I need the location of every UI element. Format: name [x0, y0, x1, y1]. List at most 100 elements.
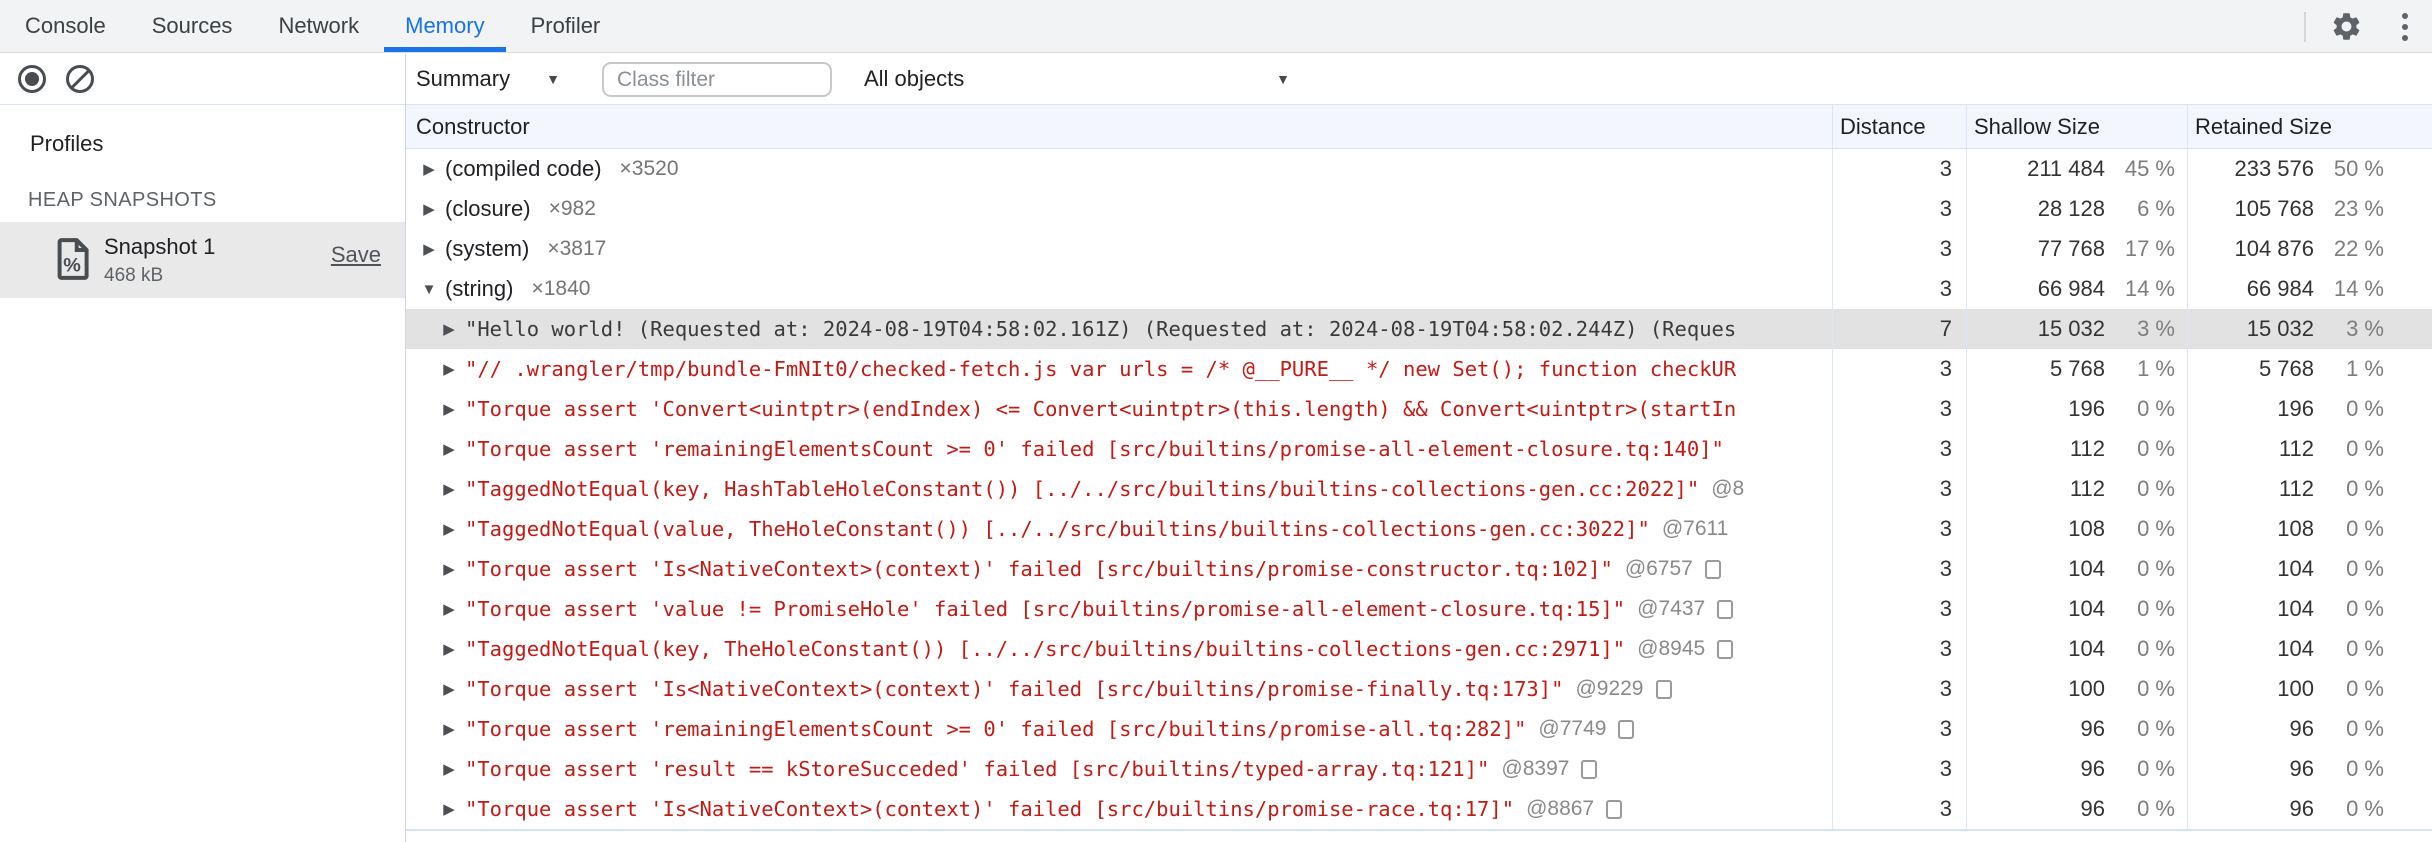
constructor-group-row[interactable]: ▼ (string) ×1840 3 66 984 14 % 66 984 14 % [406, 269, 2432, 309]
triangle-collapsed-icon[interactable]: ▶ [439, 480, 459, 498]
column-header-distance[interactable]: Distance [1832, 105, 1966, 148]
constructor-group-row[interactable]: ▶ (compiled code) ×3520 3 211 484 45 % 233 576… [406, 149, 2432, 189]
string-instance-row[interactable]: ▶ "Torque assert 'Convert<uintptr>(endInd… [406, 389, 2432, 429]
string-instance-row[interactable]: ▶ "TaggedNotEqual(key, TheHoleConstant())… [406, 629, 2432, 669]
sidebar-item-snapshot-1[interactable]: % Snapshot 1 468 kB Save [0, 222, 405, 298]
string-instance-row[interactable]: ▶ "Torque assert 'value != PromiseHole' f… [406, 589, 2432, 629]
triangle-collapsed-icon[interactable]: ▶ [419, 200, 439, 218]
column-header-shallow-size[interactable]: Shallow Size [1966, 105, 2187, 148]
object-id: @9229 [1575, 677, 1644, 700]
string-instance-row[interactable]: ▶ "TaggedNotEqual(key, HashTableHoleConst… [406, 469, 2432, 509]
string-instance-row[interactable]: ▶ "Torque assert 'Is<NativeContext>(conte… [406, 549, 2432, 589]
triangle-collapsed-icon[interactable]: ▶ [439, 440, 459, 458]
save-snapshot-link[interactable]: Save [331, 242, 381, 268]
string-instance-row[interactable]: ▶ "Torque assert 'remainingElementsCount … [406, 429, 2432, 469]
string-value: "Torque assert 'remainingElementsCount >… [465, 717, 1527, 741]
shallow-size-value: 112 [2069, 476, 2105, 501]
retained-size-value: 104 [2277, 636, 2314, 661]
distance-cell: 3 [1832, 389, 1966, 429]
class-filter-input[interactable] [602, 62, 832, 97]
inspect-box-icon[interactable] [1704, 559, 1721, 579]
string-instance-row[interactable]: ▶ "Hello world! (Requested at: 2024-08-19… [406, 309, 2432, 349]
distance-cell: 3 [1832, 269, 1966, 309]
retained-size-cell: 66 984 14 % [2187, 269, 2432, 309]
inspect-box-icon[interactable] [1655, 679, 1672, 699]
shallow-size-cell: 100 0 % [1966, 669, 2187, 709]
shallow-size-value: 77 768 [2037, 236, 2105, 261]
triangle-collapsed-icon[interactable]: ▶ [439, 360, 459, 378]
inspect-box-icon[interactable] [1717, 639, 1734, 659]
triangle-collapsed-icon[interactable]: ▶ [439, 640, 459, 658]
object-scope-select[interactable]: All objects ▼ [864, 54, 1290, 104]
string-instance-row[interactable]: ▶ "Torque assert 'result == kStoreSuccede… [406, 749, 2432, 789]
constructor-group-row[interactable]: ▶ (system) ×3817 3 77 768 17 % 104 876 22 % [406, 229, 2432, 269]
string-value: "TaggedNotEqual(value, TheHoleConstant()… [465, 517, 1650, 541]
triangle-collapsed-icon[interactable]: ▶ [439, 320, 459, 338]
constructor-group-row[interactable]: ▶ (closure) ×982 3 28 128 6 % 105 768 23 % [406, 189, 2432, 229]
column-header-constructor[interactable]: Constructor [406, 105, 1832, 148]
object-id: @8945 [1637, 637, 1706, 660]
object-id: @8 [1711, 477, 1745, 500]
retained-size-percent: 0 % [2346, 476, 2384, 501]
heap-snapshot-file-icon: % [56, 237, 92, 286]
triangle-collapsed-icon[interactable]: ▶ [439, 720, 459, 738]
instance-count: ×3520 [619, 157, 679, 180]
perspective-select[interactable]: Summary ▼ [416, 54, 560, 104]
tab-network[interactable]: Network [255, 0, 382, 52]
tab-sources[interactable]: Sources [129, 0, 256, 52]
string-instance-row[interactable]: ▶ "Torque assert 'Is<NativeContext>(conte… [406, 669, 2432, 709]
tab-console[interactable]: Console [2, 0, 129, 52]
profiles-title: Profiles [30, 131, 104, 156]
inspect-box-icon[interactable] [1717, 599, 1734, 619]
triangle-collapsed-icon[interactable]: ▶ [439, 800, 459, 818]
triangle-collapsed-icon[interactable]: ▶ [439, 520, 459, 538]
shallow-size-cell: 66 984 14 % [1966, 269, 2187, 309]
retained-size-value: 104 876 [2234, 236, 2314, 261]
retained-size-value: 96 [2289, 796, 2314, 821]
shallow-size-cell: 108 0 % [1966, 509, 2187, 549]
constructor-name: (system) [445, 236, 530, 261]
tab-memory[interactable]: Memory [382, 0, 507, 52]
shallow-size-percent: 0 % [2137, 676, 2175, 701]
string-instance-row[interactable]: ▶ "TaggedNotEqual(value, TheHoleConstant(… [406, 509, 2432, 549]
object-id: @7749 [1538, 717, 1607, 740]
inspect-box-icon[interactable] [1606, 799, 1623, 819]
shallow-size-percent: 0 % [2137, 716, 2175, 741]
triangle-expanded-icon[interactable]: ▼ [419, 281, 439, 298]
retained-size-value: 66 984 [2246, 276, 2314, 301]
string-instance-row[interactable]: ▶ "Torque assert 'remainingElementsCount … [406, 709, 2432, 749]
memory-toolbar: Summary ▼ All objects ▼ [0, 54, 2432, 105]
clear-profiles-icon[interactable] [66, 65, 94, 93]
settings-gear-icon[interactable] [2328, 9, 2364, 45]
retained-size-percent: 0 % [2346, 756, 2384, 781]
triangle-collapsed-icon[interactable]: ▶ [439, 760, 459, 778]
triangle-collapsed-icon[interactable]: ▶ [439, 560, 459, 578]
string-instance-row[interactable]: ▶ "Torque assert 'Is<NativeContext>(conte… [406, 789, 2432, 829]
retained-size-cell: 96 0 % [2187, 709, 2432, 749]
tab-profiler[interactable]: Profiler [508, 0, 624, 52]
devtools-tab-bar: Console Sources Network Memory Profiler [0, 0, 2432, 53]
retained-size-percent: 1 % [2346, 356, 2384, 381]
snapshot-size: 468 kB [104, 265, 164, 286]
instance-count: ×3817 [547, 237, 607, 260]
retained-size-percent: 50 % [2333, 156, 2384, 181]
triangle-collapsed-icon[interactable]: ▶ [439, 600, 459, 618]
string-value: "// .wrangler/tmp/bundle-FmNIt0/checked-… [465, 357, 1737, 381]
shallow-size-cell: 28 128 6 % [1966, 189, 2187, 229]
triangle-collapsed-icon[interactable]: ▶ [419, 240, 439, 258]
inspect-box-icon[interactable] [1618, 719, 1635, 739]
triangle-collapsed-icon[interactable]: ▶ [419, 160, 439, 178]
retained-size-cell: 96 0 % [2187, 789, 2432, 829]
retained-size-cell: 104 0 % [2187, 629, 2432, 669]
string-instance-row[interactable]: ▶ "// .wrangler/tmp/bundle-FmNIt0/checked… [406, 349, 2432, 389]
more-options-kebab-icon[interactable] [2394, 9, 2416, 45]
constructor-cell: ▶ "Torque assert 'result == kStoreSuccede… [406, 749, 1832, 789]
triangle-collapsed-icon[interactable]: ▶ [439, 680, 459, 698]
triangle-collapsed-icon[interactable]: ▶ [439, 400, 459, 418]
column-header-retained-size[interactable]: Retained Size [2187, 105, 2432, 148]
constructor-name: (closure) [445, 196, 531, 221]
distance-cell: 3 [1832, 749, 1966, 789]
retained-size-percent: 0 % [2346, 636, 2384, 661]
record-heap-snapshot-icon[interactable] [18, 65, 46, 93]
inspect-box-icon[interactable] [1581, 759, 1598, 779]
